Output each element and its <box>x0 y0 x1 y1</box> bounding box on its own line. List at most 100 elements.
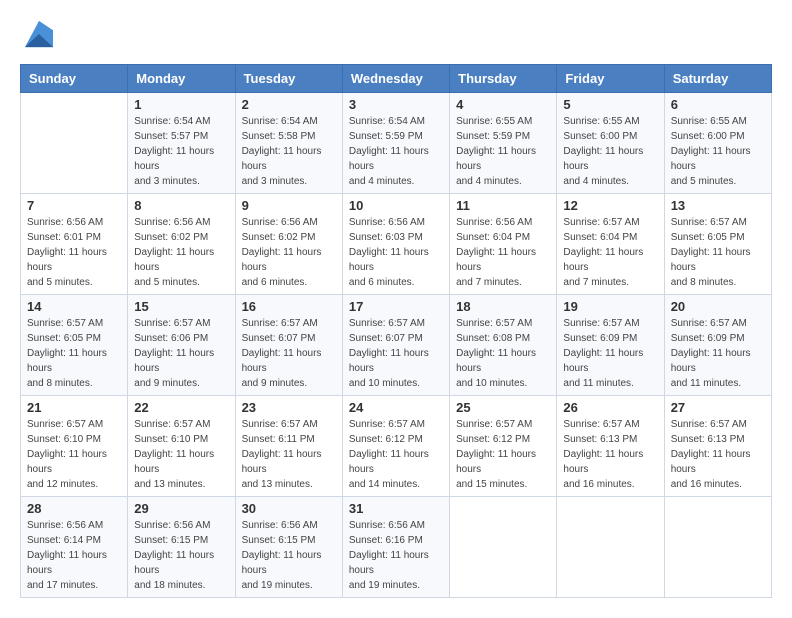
calendar-week-row: 28 Sunrise: 6:56 AMSunset: 6:14 PMDayligh… <box>21 497 772 598</box>
calendar-cell: 23 Sunrise: 6:57 AMSunset: 6:11 PMDayligh… <box>235 396 342 497</box>
calendar-week-row: 21 Sunrise: 6:57 AMSunset: 6:10 PMDayligh… <box>21 396 772 497</box>
day-number: 1 <box>134 97 228 112</box>
day-number: 17 <box>349 299 443 314</box>
day-number: 2 <box>242 97 336 112</box>
sun-info: Sunrise: 6:56 AMSunset: 6:14 PMDaylight:… <box>27 518 121 593</box>
sun-info: Sunrise: 6:57 AMSunset: 6:12 PMDaylight:… <box>456 417 550 492</box>
day-number: 16 <box>242 299 336 314</box>
header <box>20 20 772 48</box>
sun-info: Sunrise: 6:57 AMSunset: 6:05 PMDaylight:… <box>671 215 765 290</box>
day-number: 27 <box>671 400 765 415</box>
calendar-cell: 20Sunrise: 6:57 AMSunset: 6:09 PMDayligh… <box>664 295 771 396</box>
sun-info: Sunrise: 6:57 AMSunset: 6:06 PMDaylight:… <box>134 316 228 391</box>
calendar-cell: 21 Sunrise: 6:57 AMSunset: 6:10 PMDayligh… <box>21 396 128 497</box>
day-number: 24 <box>349 400 443 415</box>
sun-info: Sunrise: 6:56 AMSunset: 6:02 PMDaylight:… <box>134 215 228 290</box>
calendar-cell <box>21 93 128 194</box>
day-number: 15 <box>134 299 228 314</box>
sun-info: Sunrise: 6:56 AMSunset: 6:03 PMDaylight:… <box>349 215 443 290</box>
calendar-cell: 28 Sunrise: 6:56 AMSunset: 6:14 PMDayligh… <box>21 497 128 598</box>
day-number: 21 <box>27 400 121 415</box>
sun-info: Sunrise: 6:55 AMSunset: 6:00 PMDaylight:… <box>563 114 657 189</box>
calendar-cell: 13 Sunrise: 6:57 AMSunset: 6:05 PMDayligh… <box>664 194 771 295</box>
sun-info: Sunrise: 6:57 AMSunset: 6:13 PMDaylight:… <box>563 417 657 492</box>
logo <box>20 20 53 48</box>
calendar-week-row: 14 Sunrise: 6:57 AMSunset: 6:05 PMDayligh… <box>21 295 772 396</box>
calendar-table: SundayMondayTuesdayWednesdayThursdayFrid… <box>20 64 772 598</box>
day-number: 29 <box>134 501 228 516</box>
logo-icon <box>25 20 53 48</box>
sun-info: Sunrise: 6:56 AMSunset: 6:01 PMDaylight:… <box>27 215 121 290</box>
sun-info: Sunrise: 6:57 AMSunset: 6:12 PMDaylight:… <box>349 417 443 492</box>
calendar-cell: 15 Sunrise: 6:57 AMSunset: 6:06 PMDayligh… <box>128 295 235 396</box>
sun-info: Sunrise: 6:57 AMSunset: 6:08 PMDaylight:… <box>456 316 550 391</box>
sun-info: Sunrise: 6:57 AMSunset: 6:04 PMDaylight:… <box>563 215 657 290</box>
calendar-cell: 1Sunrise: 6:54 AMSunset: 5:57 PMDaylight… <box>128 93 235 194</box>
calendar-cell: 26 Sunrise: 6:57 AMSunset: 6:13 PMDayligh… <box>557 396 664 497</box>
calendar-cell: 11 Sunrise: 6:56 AMSunset: 6:04 PMDayligh… <box>450 194 557 295</box>
sun-info: Sunrise: 6:57 AMSunset: 6:11 PMDaylight:… <box>242 417 336 492</box>
calendar-cell: 3 Sunrise: 6:54 AMSunset: 5:59 PMDaylight… <box>342 93 449 194</box>
calendar-cell: 7 Sunrise: 6:56 AMSunset: 6:01 PMDaylight… <box>21 194 128 295</box>
day-number: 22 <box>134 400 228 415</box>
day-number: 14 <box>27 299 121 314</box>
day-number: 30 <box>242 501 336 516</box>
day-number: 4 <box>456 97 550 112</box>
calendar-cell: 2Sunrise: 6:54 AMSunset: 5:58 PMDaylight… <box>235 93 342 194</box>
day-number: 23 <box>242 400 336 415</box>
day-number: 5 <box>563 97 657 112</box>
day-number: 31 <box>349 501 443 516</box>
day-header-sunday: Sunday <box>21 65 128 93</box>
sun-info: Sunrise: 6:57 AMSunset: 6:07 PMDaylight:… <box>242 316 336 391</box>
day-number: 25 <box>456 400 550 415</box>
day-number: 6 <box>671 97 765 112</box>
day-number: 10 <box>349 198 443 213</box>
calendar-cell: 19Sunrise: 6:57 AMSunset: 6:09 PMDayligh… <box>557 295 664 396</box>
sun-info: Sunrise: 6:56 AMSunset: 6:04 PMDaylight:… <box>456 215 550 290</box>
sun-info: Sunrise: 6:54 AMSunset: 5:59 PMDaylight:… <box>349 114 443 189</box>
day-number: 9 <box>242 198 336 213</box>
calendar-week-row: 7 Sunrise: 6:56 AMSunset: 6:01 PMDaylight… <box>21 194 772 295</box>
day-number: 28 <box>27 501 121 516</box>
calendar-cell: 31 Sunrise: 6:56 AMSunset: 6:16 PMDayligh… <box>342 497 449 598</box>
calendar-cell: 8 Sunrise: 6:56 AMSunset: 6:02 PMDaylight… <box>128 194 235 295</box>
sun-info: Sunrise: 6:56 AMSunset: 6:15 PMDaylight:… <box>134 518 228 593</box>
calendar-cell: 17 Sunrise: 6:57 AMSunset: 6:07 PMDayligh… <box>342 295 449 396</box>
calendar-cell: 5 Sunrise: 6:55 AMSunset: 6:00 PMDaylight… <box>557 93 664 194</box>
day-header-monday: Monday <box>128 65 235 93</box>
calendar-cell: 12 Sunrise: 6:57 AMSunset: 6:04 PMDayligh… <box>557 194 664 295</box>
day-number: 12 <box>563 198 657 213</box>
calendar-cell: 22 Sunrise: 6:57 AMSunset: 6:10 PMDayligh… <box>128 396 235 497</box>
calendar-cell <box>557 497 664 598</box>
day-number: 11 <box>456 198 550 213</box>
calendar-cell: 14 Sunrise: 6:57 AMSunset: 6:05 PMDayligh… <box>21 295 128 396</box>
day-header-saturday: Saturday <box>664 65 771 93</box>
sun-info: Sunrise: 6:56 AMSunset: 6:15 PMDaylight:… <box>242 518 336 593</box>
day-number: 13 <box>671 198 765 213</box>
day-number: 8 <box>134 198 228 213</box>
calendar-cell: 18 Sunrise: 6:57 AMSunset: 6:08 PMDayligh… <box>450 295 557 396</box>
sun-info: Sunrise: 6:57 AMSunset: 6:10 PMDaylight:… <box>134 417 228 492</box>
sun-info: Sunrise: 6:56 AMSunset: 6:16 PMDaylight:… <box>349 518 443 593</box>
sun-info: Sunrise: 6:56 AMSunset: 6:02 PMDaylight:… <box>242 215 336 290</box>
calendar-cell: 16 Sunrise: 6:57 AMSunset: 6:07 PMDayligh… <box>235 295 342 396</box>
sun-info: Sunrise: 6:57 AMSunset: 6:10 PMDaylight:… <box>27 417 121 492</box>
sun-info: Sunrise: 6:55 AMSunset: 6:00 PMDaylight:… <box>671 114 765 189</box>
day-header-thursday: Thursday <box>450 65 557 93</box>
calendar-cell: 29 Sunrise: 6:56 AMSunset: 6:15 PMDayligh… <box>128 497 235 598</box>
calendar-cell: 10 Sunrise: 6:56 AMSunset: 6:03 PMDayligh… <box>342 194 449 295</box>
day-number: 26 <box>563 400 657 415</box>
calendar-cell: 9 Sunrise: 6:56 AMSunset: 6:02 PMDaylight… <box>235 194 342 295</box>
day-number: 18 <box>456 299 550 314</box>
calendar-cell: 6 Sunrise: 6:55 AMSunset: 6:00 PMDaylight… <box>664 93 771 194</box>
calendar-cell: 24 Sunrise: 6:57 AMSunset: 6:12 PMDayligh… <box>342 396 449 497</box>
calendar-week-row: 1Sunrise: 6:54 AMSunset: 5:57 PMDaylight… <box>21 93 772 194</box>
sun-info: Sunrise: 6:57 AMSunset: 6:07 PMDaylight:… <box>349 316 443 391</box>
calendar-cell: 27Sunrise: 6:57 AMSunset: 6:13 PMDayligh… <box>664 396 771 497</box>
day-header-wednesday: Wednesday <box>342 65 449 93</box>
day-number: 7 <box>27 198 121 213</box>
calendar-cell: 30 Sunrise: 6:56 AMSunset: 6:15 PMDayligh… <box>235 497 342 598</box>
day-number: 3 <box>349 97 443 112</box>
sun-info: Sunrise: 6:57 AMSunset: 6:05 PMDaylight:… <box>27 316 121 391</box>
calendar-cell: 25 Sunrise: 6:57 AMSunset: 6:12 PMDayligh… <box>450 396 557 497</box>
